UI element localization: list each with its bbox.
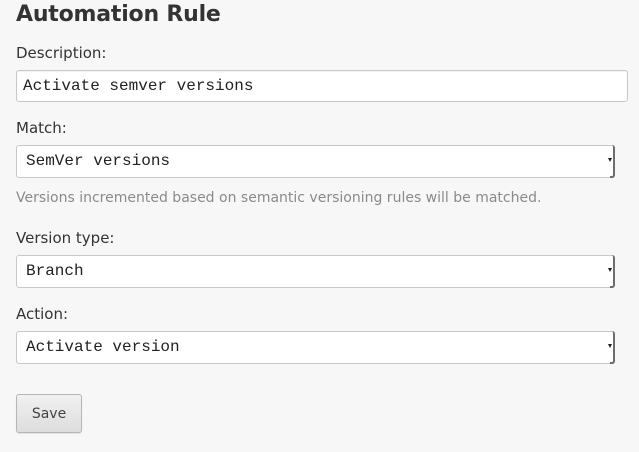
match-select[interactable]: SemVer versions [16, 145, 615, 178]
description-label: Description: [16, 44, 107, 62]
chevron-down-icon [608, 331, 615, 364]
version-type-select-value: Branch [26, 262, 84, 280]
action-select-value: Activate version [26, 338, 180, 356]
match-label: Match: [16, 119, 67, 137]
automation-rule-form: Automation Rule Description: Match: SemV… [0, 0, 639, 452]
save-button[interactable]: Save [16, 394, 82, 433]
action-select[interactable]: Activate version [16, 331, 615, 364]
match-help-text: Versions incremented based on semantic v… [16, 190, 542, 206]
version-type-label: Version type: [16, 229, 115, 247]
page-title: Automation Rule [16, 2, 221, 27]
action-label: Action: [16, 305, 69, 323]
version-type-select[interactable]: Branch [16, 255, 615, 288]
description-input[interactable] [16, 70, 628, 102]
chevron-down-icon [608, 255, 615, 288]
match-select-value: SemVer versions [26, 152, 171, 170]
chevron-down-icon [608, 145, 615, 178]
